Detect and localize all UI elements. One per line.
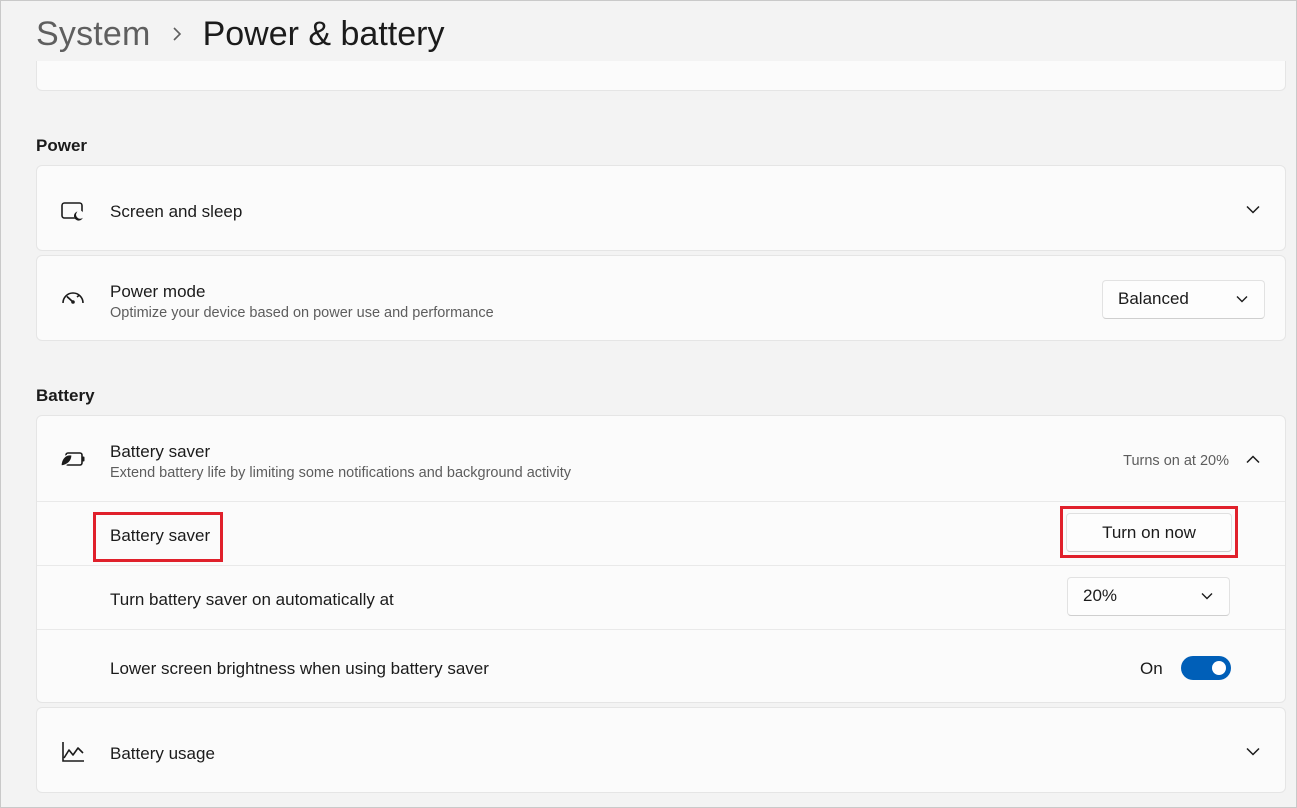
line-chart-icon <box>59 738 87 766</box>
settings-window: System Power & battery Power Screen and … <box>0 0 1297 808</box>
page-title: Power & battery <box>202 14 445 53</box>
chevron-down-icon <box>1199 588 1215 604</box>
screen-sleep-icon <box>59 197 87 225</box>
auto-threshold-value: 20% <box>1083 586 1118 605</box>
battery-usage-title: Battery usage <box>110 744 215 763</box>
screen-and-sleep-card[interactable]: Screen and sleep <box>36 165 1286 251</box>
breadcrumb: System Power & battery <box>36 11 444 57</box>
speedometer-icon <box>59 285 87 313</box>
lower-brightness-toggle[interactable] <box>1181 656 1231 680</box>
power-mode-dropdown[interactable]: Balanced <box>1102 280 1265 319</box>
toggle-knob <box>1212 661 1226 675</box>
section-label-power: Power <box>36 136 88 155</box>
power-mode-card: Power mode Optimize your device based on… <box>36 255 1286 341</box>
battery-leaf-icon <box>59 445 87 473</box>
highlight-box <box>93 512 223 562</box>
battery-usage-card[interactable]: Battery usage <box>36 707 1286 793</box>
power-mode-title: Power mode <box>110 282 206 301</box>
chevron-down-icon[interactable] <box>1243 199 1263 219</box>
chevron-up-icon[interactable] <box>1243 449 1263 469</box>
battery-saver-title: Battery saver <box>110 442 211 461</box>
breadcrumb-system-link[interactable]: System <box>36 15 151 54</box>
battery-saver-status: Turns on at 20% <box>1123 453 1229 469</box>
auto-threshold-row: Turn battery saver on automatically at 2… <box>37 566 1285 629</box>
screen-and-sleep-title: Screen and sleep <box>110 202 243 221</box>
chevron-right-icon <box>151 11 203 57</box>
battery-saver-subtitle: Extend battery life by limiting some not… <box>110 465 572 481</box>
lower-brightness-row: Lower screen brightness when using batte… <box>37 630 1285 703</box>
chevron-down-icon <box>1234 291 1250 307</box>
battery-saver-header[interactable]: Battery saver Extend battery life by lim… <box>37 416 1285 502</box>
auto-threshold-dropdown[interactable]: 20% <box>1067 577 1230 616</box>
section-label-battery: Battery <box>36 386 95 405</box>
power-mode-selected-value: Balanced <box>1118 289 1189 308</box>
lower-brightness-label: Lower screen brightness when using batte… <box>110 659 489 678</box>
battery-saver-card: Battery saver Extend battery life by lim… <box>36 415 1286 703</box>
auto-threshold-label: Turn battery saver on automatically at <box>110 590 394 609</box>
power-mode-subtitle: Optimize your device based on power use … <box>110 305 494 321</box>
chevron-down-icon[interactable] <box>1243 741 1263 761</box>
battery-level-card-partial <box>36 61 1286 91</box>
toggle-state-label: On <box>1140 659 1163 678</box>
highlight-box <box>1060 506 1238 558</box>
